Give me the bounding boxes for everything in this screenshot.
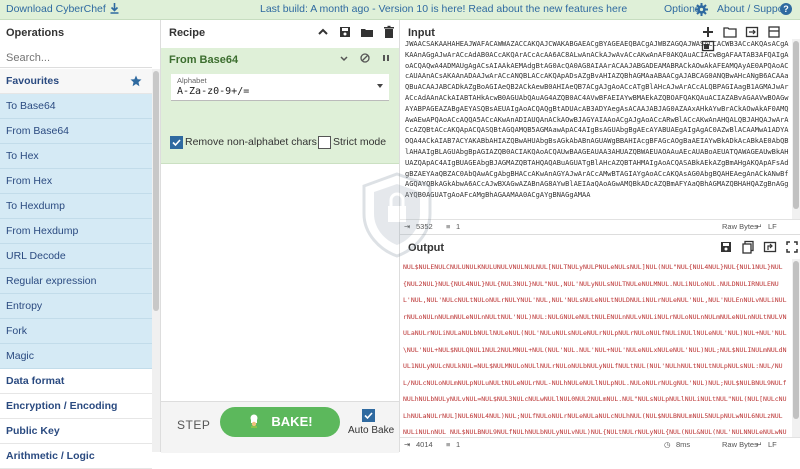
operations-search-input[interactable] [0,48,152,68]
maximise-icon[interactable] [785,240,799,254]
alphabet-label: Alphabet [177,76,207,85]
trash-icon[interactable] [382,25,396,39]
download-icon [110,3,119,14]
auto-bake-checkbox[interactable] [362,409,375,422]
replace-input-icon[interactable] [763,240,777,254]
disable-icon[interactable] [360,53,370,63]
news-link[interactable]: Last build: A month ago - Version 10 is … [260,3,627,15]
operations-title: Operations [6,27,65,39]
open-folder-icon[interactable] [723,25,737,39]
category-data-format[interactable]: Data format [0,369,152,394]
alphabet-value: A-Za-z0-9+/= [177,86,250,97]
op-fork[interactable]: Fork [0,319,152,344]
operation-controls [339,53,391,66]
pause-icon[interactable] [381,53,391,63]
recipe-title: Recipe [169,27,206,39]
length-icon: ⇥ [404,440,411,449]
gear-icon[interactable] [695,3,708,16]
remove-non-alphabet-checkbox[interactable] [170,136,183,149]
strict-mode-checkbox[interactable] [318,136,331,149]
output-length: 4014 [416,440,433,449]
star-icon[interactable] [130,75,142,87]
operations-scrollbar[interactable] [152,69,160,452]
eol-icon: ↵ [756,440,763,449]
recipe-operation-name: From Base64 [169,54,239,66]
input-eol[interactable]: LF [768,222,777,231]
input-scrollbar[interactable] [792,39,800,219]
copy-icon[interactable] [741,240,755,254]
output-text[interactable]: NUL$NULENULCNULUNULKNULUNULVNULNULNUL[NU… [400,259,792,437]
bake-button[interactable]: BAKE! [220,407,340,437]
op-url-decode[interactable]: URL Decode [0,244,152,269]
save-output-icon[interactable] [719,240,733,254]
chevron-down-icon[interactable] [339,53,349,63]
input-textarea[interactable]: JWAACSAKAAHAHEAJWAFACAWWAZACCAKQAJCWAKAB… [400,39,792,233]
step-button[interactable]: STEP [177,418,210,432]
input-title: Input [408,27,435,39]
top-banner: Download CyberChef Last build: A month a… [0,0,800,20]
remove-non-alphabet-label: Remove non-alphabet chars [185,136,317,148]
op-magic[interactable]: Magic [0,344,152,369]
clock-icon: ◷ [664,440,671,449]
op-to-base64[interactable]: To Base64 [0,94,152,119]
op-regular-expression[interactable]: Regular expression [0,269,152,294]
output-time: 8ms [676,440,691,449]
output-scrollbar[interactable] [792,259,800,437]
download-label: Download CyberChef [6,3,106,15]
category-label: Favourites [6,75,60,87]
shield-watermark [362,172,432,258]
output-toolbar [714,240,799,254]
operations-pane: Operations Favourites To Base64 From Bas… [0,20,161,469]
input-pane: Input JWAACSAKAAHAHEAJWAFACAWWAZACCAKQAJ… [400,20,800,234]
download-cyberchef-link[interactable]: Download CyberChef [6,3,119,15]
open-file-icon[interactable] [745,25,759,39]
category-arithmetic-logic[interactable]: Arithmetic / Logic [0,444,152,469]
output-lines: 1 [456,440,461,449]
bake-area: STEP BAKE! Auto Bake [161,401,399,453]
operations-list: Favourites To Base64 From Base64 To Hex … [0,69,152,469]
output-status-bar: ⇥ 4014 ≡ 1 ◷ 8ms Raw Bytes ↵ LF [400,437,800,454]
alphabet-select[interactable]: Alphabet A-Za-z0-9+/= [171,74,389,101]
input-lines: 1 [456,222,461,231]
scroll-thumb[interactable] [793,261,799,419]
chevron-up-icon[interactable] [316,25,330,39]
clear-input-icon[interactable] [767,25,781,39]
strict-mode-label: Strict mode [333,136,387,148]
lines-icon: ≡ [446,222,451,231]
op-from-hex[interactable]: From Hex [0,169,152,194]
output-pane: Output NUL$NULENULCNULUNULKNULUNULVNULNU… [400,234,800,454]
auto-bake-label: Auto Bake [348,425,395,436]
help-icon[interactable]: ? [780,3,792,15]
recipe-toolbar [311,25,396,39]
op-from-hexdump[interactable]: From Hexdump [0,219,152,244]
output-eol[interactable]: LF [768,440,777,449]
category-favourites[interactable]: Favourites [0,69,152,94]
save-icon[interactable] [338,25,352,39]
lines-icon: ≡ [446,440,451,449]
op-to-hexdump[interactable]: To Hexdump [0,194,152,219]
output-raw-bytes[interactable]: Raw Bytes [722,440,758,449]
op-to-hex[interactable]: To Hex [0,144,152,169]
folder-icon[interactable] [360,25,374,39]
category-encryption-encoding[interactable]: Encryption / Encoding [0,394,152,419]
eol-icon: ↵ [756,222,763,231]
recipe-operation-card[interactable]: From Base64 Alphabet A-Za-z0-9+/= Remove… [161,48,399,164]
op-entropy[interactable]: Entropy [0,294,152,319]
add-tab-icon[interactable] [701,25,715,39]
input-raw-bytes[interactable]: Raw Bytes [722,222,758,231]
input-status-bar: ⇥ 5352 ≡ 1 Raw Bytes ↵ LF [400,219,800,234]
category-public-key[interactable]: Public Key [0,419,152,444]
bake-label: BAKE! [271,414,313,429]
caret-down-icon [377,84,383,88]
scroll-thumb[interactable] [153,71,159,311]
scroll-thumb[interactable] [793,41,799,209]
chef-icon [250,414,258,428]
op-from-base64[interactable]: From Base64 [0,119,152,144]
